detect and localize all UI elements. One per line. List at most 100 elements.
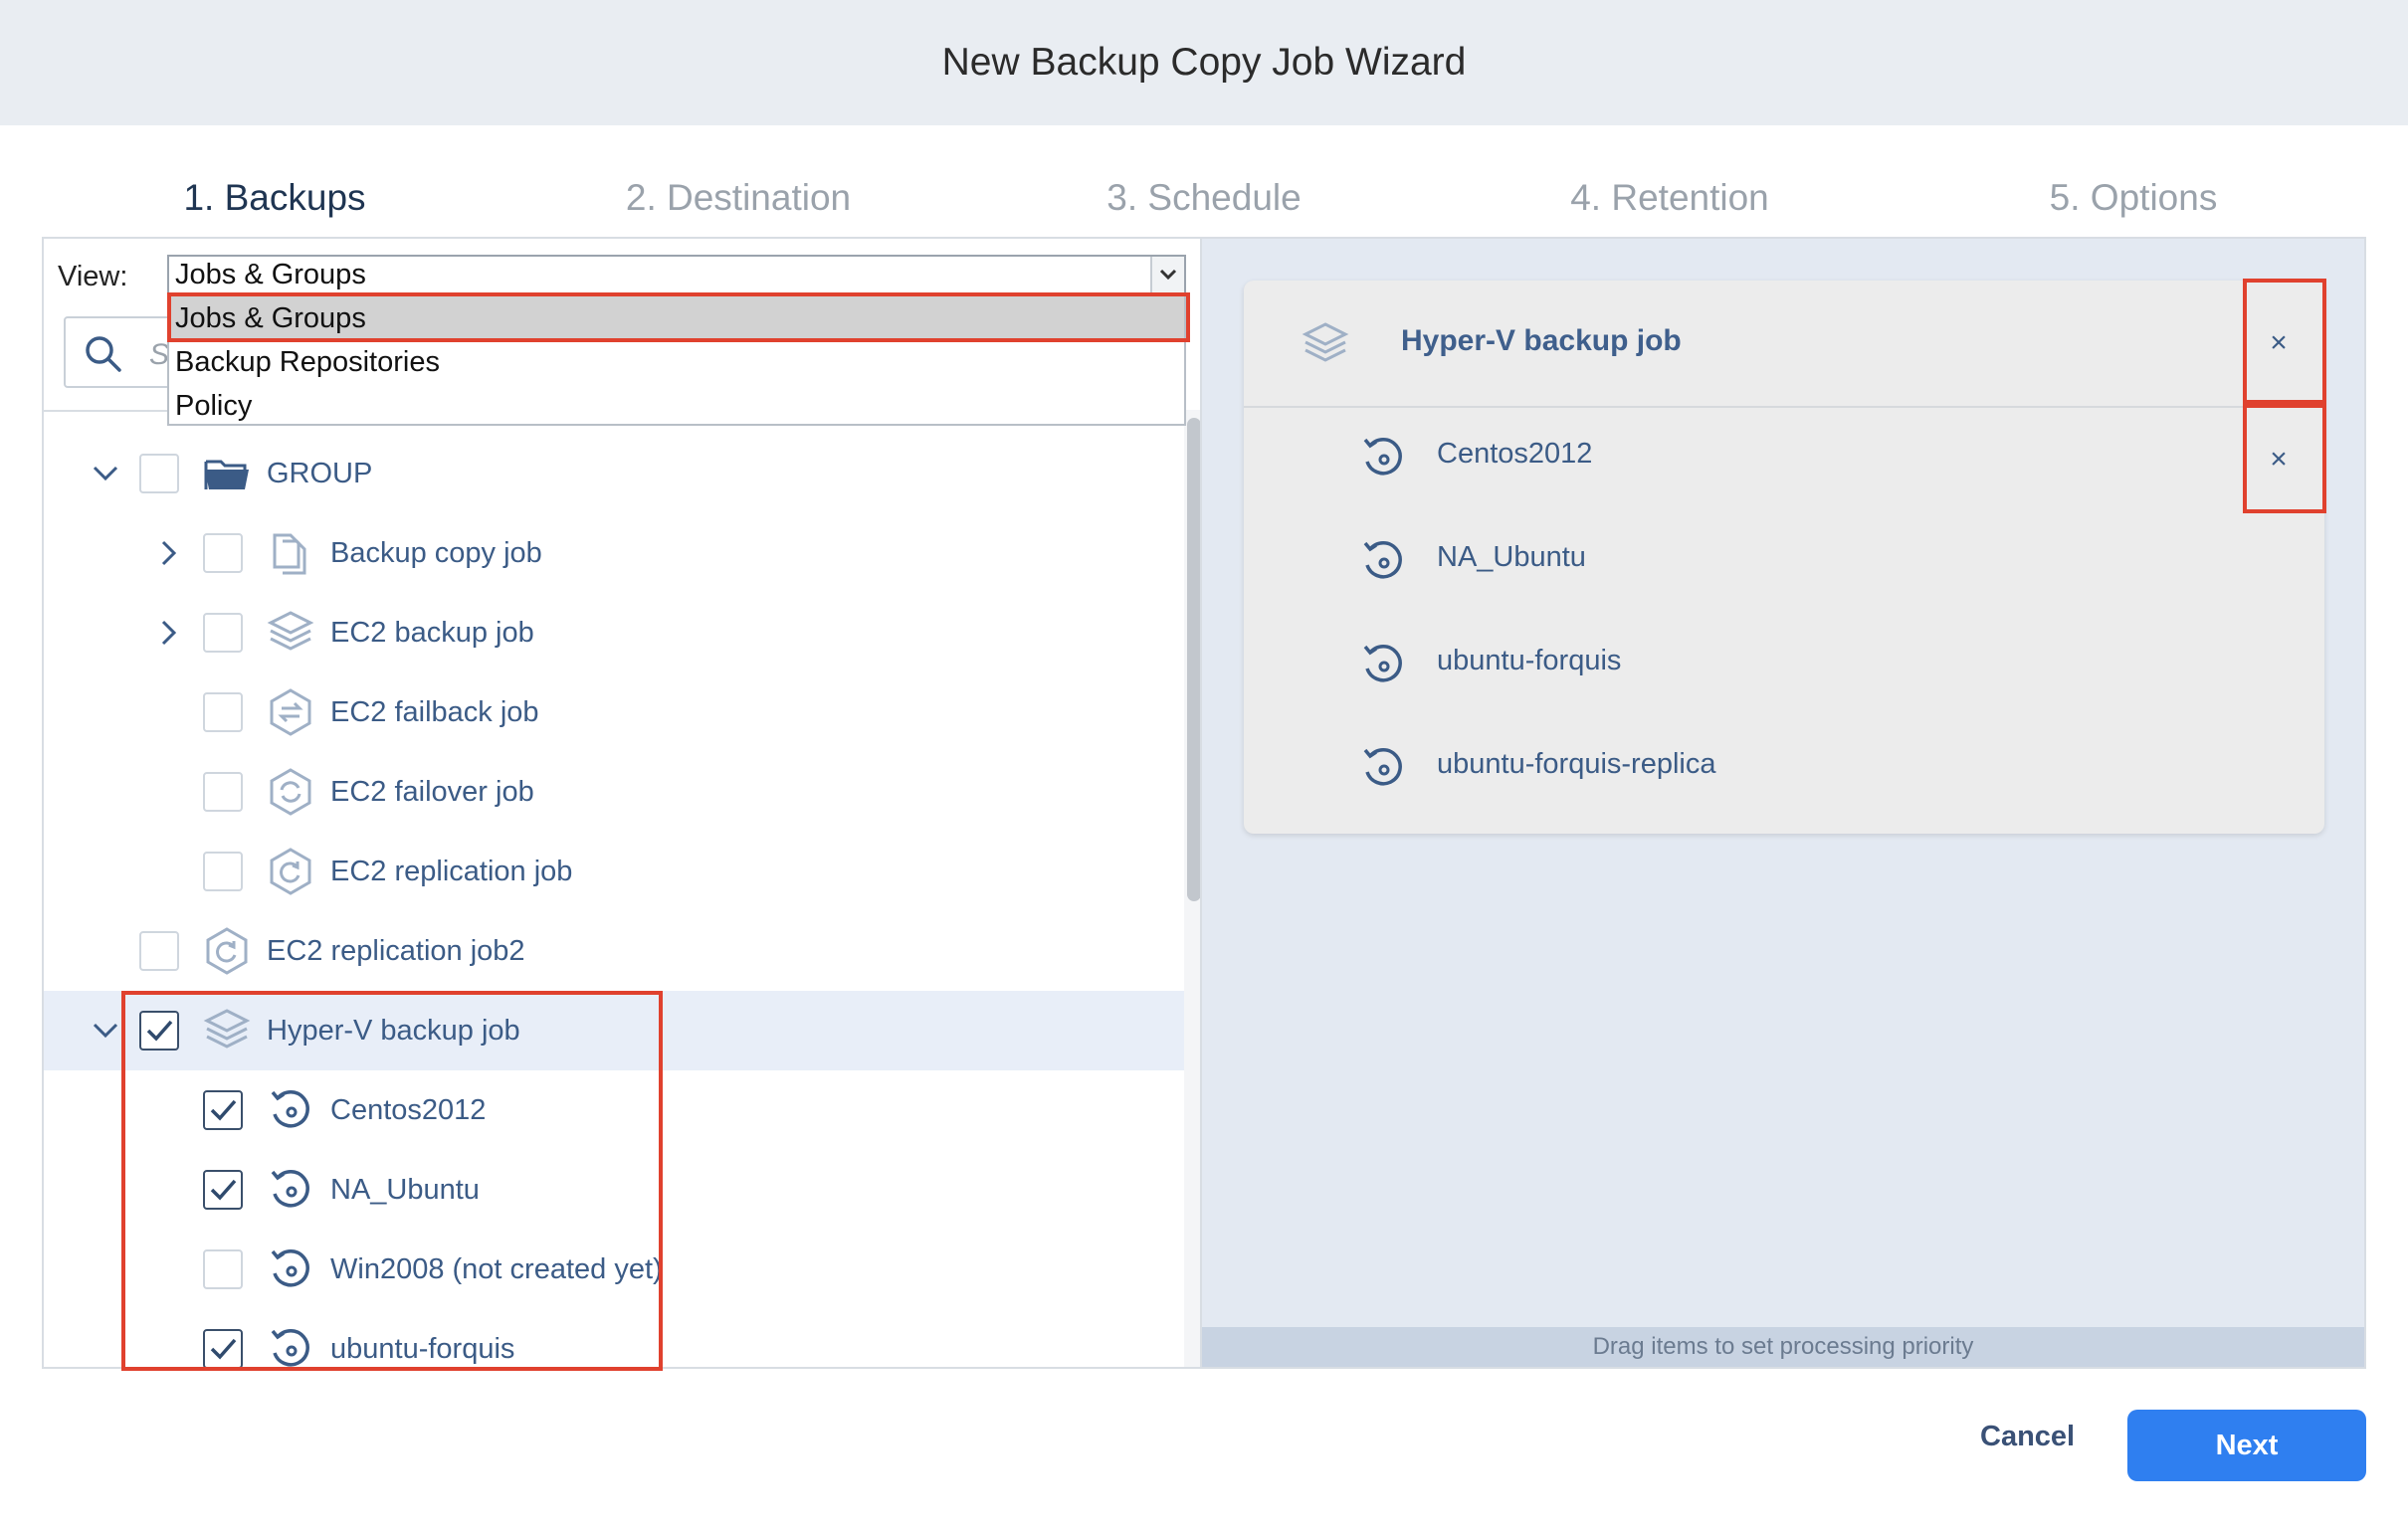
layers-icon [1300,318,1351,375]
tree-row-ec2-replication-job[interactable]: EC2 replication job [44,832,1184,911]
tree-row-win2008[interactable]: Win2008 (not created yet) [44,1230,1184,1309]
view-selected-value: Jobs & Groups [175,259,366,290]
selected-item-label: Centos2012 [1437,438,1593,470]
drag-hint: Drag items to set processing priority [1202,1327,2364,1367]
checkbox[interactable] [139,931,179,971]
tree-row-ec2-backup-job[interactable]: EC2 backup job [44,593,1184,672]
scrollbar[interactable] [1184,410,1200,1367]
view-dropdown-list: Jobs & Groups Backup Repositories Policy [167,294,1186,426]
next-button[interactable]: Next [2127,1410,2366,1481]
tree-label: EC2 replication job [330,856,573,887]
checkbox[interactable] [139,454,179,493]
checkbox[interactable] [203,692,243,732]
selected-item[interactable]: NA_Ubuntu [1244,511,2324,615]
tree-label: EC2 failback job [330,696,539,728]
vm-restore-icon [1357,639,1409,695]
selected-item-label: NA_Ubuntu [1437,541,1586,573]
tree-label: EC2 backup job [330,617,534,649]
chevron-right-icon[interactable] [151,535,187,571]
view-label: View: [58,261,128,292]
layers-icon [201,1005,253,1056]
layers-icon [265,607,316,659]
close-icon: × [2270,443,2288,476]
step-schedule[interactable]: 3. Schedule [1106,177,1301,219]
inventory-panel: View: Jobs & Groups S Jobs & Groups Back… [42,237,1202,1369]
chevron-right-icon[interactable] [151,615,187,651]
chevron-down-icon[interactable] [1150,257,1184,292]
checkbox[interactable] [203,772,243,812]
view-option-jobs-groups[interactable]: Jobs & Groups [169,296,1184,340]
tree-row-ec2-failover-job[interactable]: EC2 failover job [44,752,1184,832]
check-icon [210,1338,237,1360]
tree-row-na-ubuntu[interactable]: NA_Ubuntu [44,1150,1184,1230]
tree-row-ec2-failback-job[interactable]: EC2 failback job [44,672,1184,752]
selected-item[interactable]: Centos2012 [1244,408,2324,511]
tree-label: EC2 failover job [330,776,534,808]
replication-icon [265,846,316,897]
tree-row-ubuntu-forquis[interactable]: ubuntu-forquis [44,1309,1184,1367]
checkbox[interactable] [139,1011,179,1051]
vm-restore-icon [265,1323,316,1367]
view-select[interactable]: Jobs & Groups [167,255,1186,294]
chevron-down-icon[interactable] [88,1013,123,1049]
selected-item-label: ubuntu-forquis [1437,645,1622,676]
vm-restore-icon [265,1164,316,1216]
step-options[interactable]: 5. Options [2050,177,2218,219]
selected-job-card[interactable]: Hyper-V backup job × Centos2012 × NA_Ubu… [1244,281,2324,834]
checkbox[interactable] [203,852,243,891]
cancel-button[interactable]: Cancel [1980,1421,2075,1453]
tree-label: Centos2012 [330,1094,487,1126]
step-destination[interactable]: 2. Destination [626,177,851,219]
tree-label: Win2008 (not created yet) [330,1253,663,1285]
window-title: New Backup Copy Job Wizard [0,0,2408,125]
backup-copy-icon [265,527,316,579]
step-backups[interactable]: 1. Backups [183,177,365,219]
search-input[interactable]: S [64,316,183,388]
checkbox[interactable] [203,1329,243,1367]
selected-job-title: Hyper-V backup job [1401,324,1682,357]
check-icon [210,1099,237,1121]
tree-row-group[interactable]: GROUP [44,434,1184,513]
tree-label: Backup copy job [330,537,542,569]
close-icon: × [2270,326,2288,359]
checkbox[interactable] [203,533,243,573]
failover-icon [265,766,316,818]
tree-label: ubuntu-forquis [330,1333,515,1365]
tree-row-hyper-v-backup-job[interactable]: Hyper-V backup job [44,991,1184,1070]
replication-icon [201,925,253,977]
failback-icon [265,686,316,738]
remove-item-button[interactable]: × [2239,408,2318,511]
check-icon [210,1179,237,1201]
tree-row-ec2-replication-job2[interactable]: EC2 replication job2 [44,911,1184,991]
chevron-down-icon[interactable] [88,456,123,491]
step-retention[interactable]: 4. Retention [1570,177,1769,219]
scrollbar-thumb[interactable] [1187,418,1200,901]
checkbox[interactable] [203,1249,243,1289]
wizard-steps: 1. Backups 2. Destination 3. Schedule 4.… [0,125,2408,237]
tree-row-backup-copy-job[interactable]: Backup copy job [44,513,1184,593]
selected-job-header: Hyper-V backup job [1244,281,2324,408]
vm-restore-icon [265,1243,316,1295]
check-icon [146,1020,173,1042]
search-placeholder: S [149,338,170,371]
tree-label: NA_Ubuntu [330,1174,480,1206]
selection-panel: Hyper-V backup job × Centos2012 × NA_Ubu… [1202,237,2366,1369]
checkbox[interactable] [203,1090,243,1130]
vm-restore-icon [1357,535,1409,592]
tree-label: Hyper-V backup job [267,1015,520,1047]
tree-label: EC2 replication job2 [267,935,525,967]
vm-restore-icon [1357,742,1409,799]
vm-restore-icon [265,1084,316,1136]
selected-item-label: ubuntu-forquis-replica [1437,748,1716,780]
tree-label: GROUP [267,458,373,489]
search-icon [84,334,123,379]
view-option-backup-repositories[interactable]: Backup Repositories [169,340,1184,384]
view-option-policy[interactable]: Policy [169,384,1184,428]
folder-icon [201,448,253,499]
checkbox[interactable] [203,613,243,653]
checkbox[interactable] [203,1170,243,1210]
tree-row-centos2012[interactable]: Centos2012 [44,1070,1184,1150]
selected-item[interactable]: ubuntu-forquis [1244,615,2324,718]
remove-job-button[interactable]: × [2239,283,2318,404]
selected-item[interactable]: ubuntu-forquis-replica [1244,718,2324,822]
